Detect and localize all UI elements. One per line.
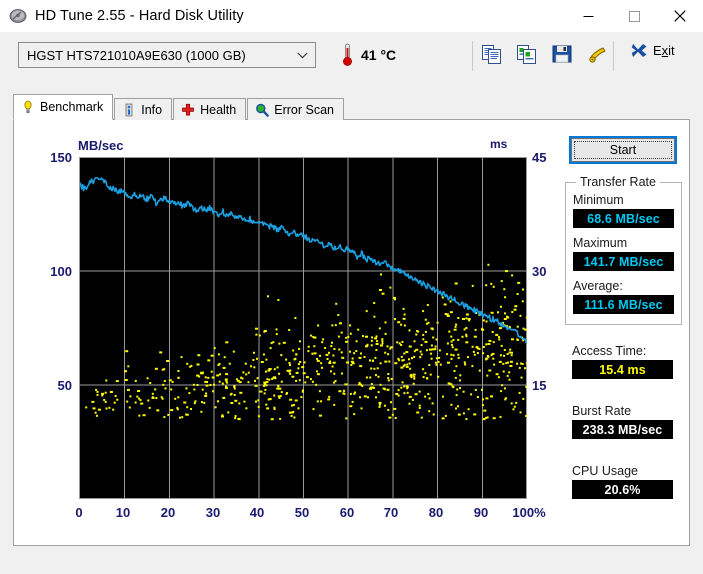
- maximize-icon: [628, 10, 640, 22]
- x-tick-40: 40: [249, 505, 265, 520]
- drive-select-label: HGST HTS721010A9E630 (1000 GB): [27, 47, 246, 63]
- burst-rate-block: Burst Rate 238.3 MB/sec: [565, 404, 682, 447]
- plot-canvas: [80, 157, 527, 499]
- start-button[interactable]: Start: [569, 136, 677, 164]
- tab-benchmark-label: Benchmark: [40, 100, 104, 114]
- toolbar-separator-1: [472, 41, 473, 71]
- exit-label: Exit: [653, 43, 675, 58]
- access-time-label: Access Time:: [572, 344, 647, 358]
- x-tick-30: 30: [205, 505, 221, 520]
- toolbar-separator-2: [613, 41, 614, 71]
- lightbulb-icon: [24, 100, 32, 114]
- maximum-value-box: 141.7 MB/sec: [573, 252, 674, 271]
- drive-select[interactable]: HGST HTS721010A9E630 (1000 GB): [18, 42, 316, 68]
- x-tick-90: 90: [473, 505, 489, 520]
- window-controls: [565, 0, 703, 32]
- burst-rate-label: Burst Rate: [572, 404, 632, 418]
- access-time-value-box: 15.4 ms: [572, 360, 673, 379]
- average-label: Average:: [573, 279, 623, 293]
- maximum-value: 141.7 MB/sec: [583, 254, 664, 269]
- cpu-usage-value-box: 20.6%: [572, 480, 673, 499]
- maximize-button[interactable]: [611, 0, 657, 32]
- plot-area: [79, 157, 527, 499]
- hd-tune-window: HD Tune 2.55 - Hard Disk Utility HGST HT…: [0, 0, 703, 574]
- window-title: HD Tune 2.55 - Hard Disk Utility: [35, 8, 244, 24]
- x-tick-10: 10: [115, 505, 131, 520]
- tab-error-scan-label: Error Scan: [274, 102, 334, 117]
- results-panel: Start Transfer Rate Minimum 68.6 MB/sec …: [562, 132, 684, 532]
- info-icon: [125, 103, 133, 116]
- tab-bar: Benchmark Info Health Error Scan: [13, 94, 345, 120]
- x-tick-0: 0: [75, 505, 83, 520]
- magnifier-icon: [256, 103, 270, 117]
- temperature-value: 41 °C: [361, 47, 397, 63]
- average-value: 111.6 MB/sec: [584, 297, 663, 312]
- x-tick-70: 70: [383, 505, 399, 520]
- cpu-usage-label: CPU Usage: [572, 464, 638, 478]
- y-tick-150: 150: [50, 150, 72, 165]
- start-button-label: Start: [574, 141, 672, 159]
- save-icon[interactable]: [551, 43, 573, 65]
- hard-disk-icon: [9, 9, 27, 23]
- tab-info-label: Info: [141, 102, 163, 117]
- close-x-icon: [631, 44, 647, 57]
- x-tick-60: 60: [339, 505, 355, 520]
- minimum-label: Minimum: [573, 193, 624, 207]
- minimum-value-box: 68.6 MB/sec: [573, 209, 674, 228]
- toolbar-icons: [481, 43, 608, 65]
- health-cross-icon: [182, 103, 194, 116]
- y2-tick-15: 15: [532, 378, 547, 393]
- burst-rate-value-box: 238.3 MB/sec: [572, 420, 673, 439]
- y-tick-100: 100: [50, 264, 72, 279]
- tab-info[interactable]: Info: [114, 98, 173, 120]
- chevron-down-icon: [289, 43, 315, 67]
- tab-error-scan[interactable]: Error Scan: [247, 98, 344, 120]
- options-icon[interactable]: [586, 43, 608, 65]
- tab-health[interactable]: Health: [173, 98, 247, 120]
- thermometer-icon: [343, 43, 352, 66]
- y2-tick-45: 45: [532, 150, 547, 165]
- transfer-rate-group: Transfer Rate Minimum 68.6 MB/sec Maximu…: [565, 175, 682, 325]
- minimum-value: 68.6 MB/sec: [587, 211, 660, 226]
- minimize-button[interactable]: [565, 0, 611, 32]
- maximum-label: Maximum: [573, 236, 628, 250]
- x-tick-100: 100%: [512, 505, 546, 520]
- close-icon: [674, 10, 686, 22]
- x-tick-80: 80: [428, 505, 444, 520]
- access-time-value: 15.4 ms: [599, 362, 646, 377]
- benchmark-chart: MB/sec ms 150 100 50 45 30 15 0 10 20 30…: [40, 135, 552, 535]
- transfer-rate-title: Transfer Rate: [576, 175, 660, 189]
- copy-icon[interactable]: [481, 43, 503, 65]
- close-button[interactable]: [657, 0, 703, 32]
- tab-benchmark[interactable]: Benchmark: [13, 94, 114, 120]
- access-time-block: Access Time: 15.4 ms: [565, 344, 682, 387]
- average-value-box: 111.6 MB/sec: [573, 295, 674, 314]
- y-axis-unit-left: MB/sec: [78, 138, 124, 153]
- temperature-indicator: 41 °C: [341, 43, 396, 67]
- benchmark-panel: MB/sec ms 150 100 50 45 30 15 0 10 20 30…: [13, 119, 690, 546]
- y-tick-50: 50: [57, 378, 72, 393]
- minimize-icon: [583, 15, 593, 17]
- copy-image-icon[interactable]: [516, 43, 538, 65]
- cpu-usage-block: CPU Usage 20.6%: [565, 464, 682, 507]
- exit-button[interactable]: Exit: [631, 42, 675, 59]
- cpu-usage-value: 20.6%: [604, 482, 641, 497]
- x-tick-20: 20: [160, 505, 176, 520]
- y-axis-unit-right: ms: [490, 137, 508, 151]
- burst-rate-value: 238.3 MB/sec: [582, 422, 663, 437]
- toolbar: HGST HTS721010A9E630 (1000 GB) 41 °C Exi…: [0, 32, 703, 84]
- y2-tick-30: 30: [532, 264, 547, 279]
- tab-health-label: Health: [200, 102, 237, 117]
- title-bar: HD Tune 2.55 - Hard Disk Utility: [0, 0, 703, 32]
- x-tick-50: 50: [294, 505, 310, 520]
